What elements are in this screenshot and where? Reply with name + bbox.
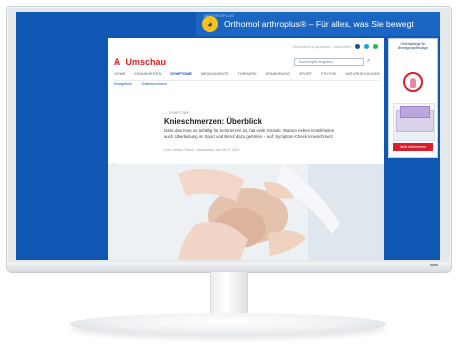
article-teaser: Dass das Knie so anfällig für Schmerzen …: [164, 128, 335, 139]
nav-item-medikamente[interactable]: MEDIKAMENTE: [201, 72, 229, 76]
nav-item-naturheilkunde[interactable]: NATURHEILKUNDE: [345, 72, 380, 76]
article-headline: Knieschmerzen: Überblick: [164, 117, 262, 126]
nav-item-ernaehrung[interactable]: ERNÄHRUNG: [266, 72, 290, 76]
right-sidebar-ad[interactable]: Gelenkpflege für Bewegungsfreudige Jetzt…: [388, 38, 438, 158]
main-navigation: HOME KRANKHEITEN SYMPTOME MEDIKAMENTE TH…: [114, 72, 380, 81]
right-ad-title: Gelenkpflege für Bewegungsfreudige: [398, 42, 428, 50]
power-indicator-icon: [430, 264, 438, 266]
knee-photo-illustration: [108, 164, 384, 260]
monitor-screen: ARTHROPLUS ◕ Orthomol arthroplus® – Für …: [16, 12, 440, 260]
top-banner-ad[interactable]: ARTHROPLUS ◕ Orthomol arthroplus® – Für …: [196, 12, 440, 36]
nav-item-sport[interactable]: SPORT: [299, 72, 312, 76]
nav-item-psyche[interactable]: PSYCHE: [321, 72, 337, 76]
utility-bar: Gesundheit & Apotheke – Newsletter: [292, 44, 378, 49]
monitor-stand-neck: [210, 272, 248, 314]
twitter-icon[interactable]: [364, 44, 369, 49]
logo-mark-icon: Ѧ: [114, 57, 121, 67]
monitor: ARTHROPLUS ◕ Orthomol arthroplus® – Für …: [0, 0, 456, 345]
instagram-icon[interactable]: [373, 44, 378, 49]
article-page: Gesundheit & Apotheke – Newsletter Ѧ Ums…: [108, 38, 384, 260]
article-credit: Foto: Adobe Stock – Aktualisiert am 08.0…: [164, 148, 240, 152]
subnav-item-gelenkschmerz[interactable]: Gelenkschmerz: [142, 82, 167, 86]
site-logo[interactable]: Ѧ Umschau: [114, 57, 166, 67]
sub-navigation: Kniegelenk Gelenkschmerz: [114, 82, 167, 86]
utility-text[interactable]: Gesundheit & Apotheke – Newsletter: [292, 45, 351, 49]
search-icon[interactable]: ⌕: [367, 58, 375, 66]
nav-item-symptome[interactable]: SYMPTOME: [170, 72, 192, 76]
article-hero-image: [108, 164, 384, 260]
nav-item-krankheiten[interactable]: KRANKHEITEN: [134, 72, 161, 76]
article-kicker: — SYMPTOME: [164, 111, 190, 115]
monitor-stand-base: [70, 313, 386, 335]
nav-item-home[interactable]: HOME: [114, 72, 125, 76]
product-pack-2: [400, 106, 430, 118]
product-image: [393, 103, 435, 141]
subnav-item-kniegelenk[interactable]: Kniegelenk: [114, 82, 132, 86]
right-ad-button[interactable]: Jetzt informieren: [393, 143, 433, 151]
nav-item-therapie[interactable]: THERAPIE: [238, 72, 257, 76]
joint-figure-icon: [403, 72, 423, 92]
search-input[interactable]: Suchbegriff eingeben: [294, 58, 364, 66]
orthomol-logo-icon: ◕: [202, 16, 218, 32]
site-logo-text: Umschau: [125, 57, 167, 67]
figure-icon: [410, 78, 416, 88]
banner-headline[interactable]: Orthomol arthroplus® – Für alles, was Si…: [224, 19, 414, 29]
facebook-icon[interactable]: [355, 44, 360, 49]
banner-small-label: ARTHROPLUS: [204, 13, 235, 18]
search-placeholder: Suchbegriff eingeben: [299, 60, 333, 64]
